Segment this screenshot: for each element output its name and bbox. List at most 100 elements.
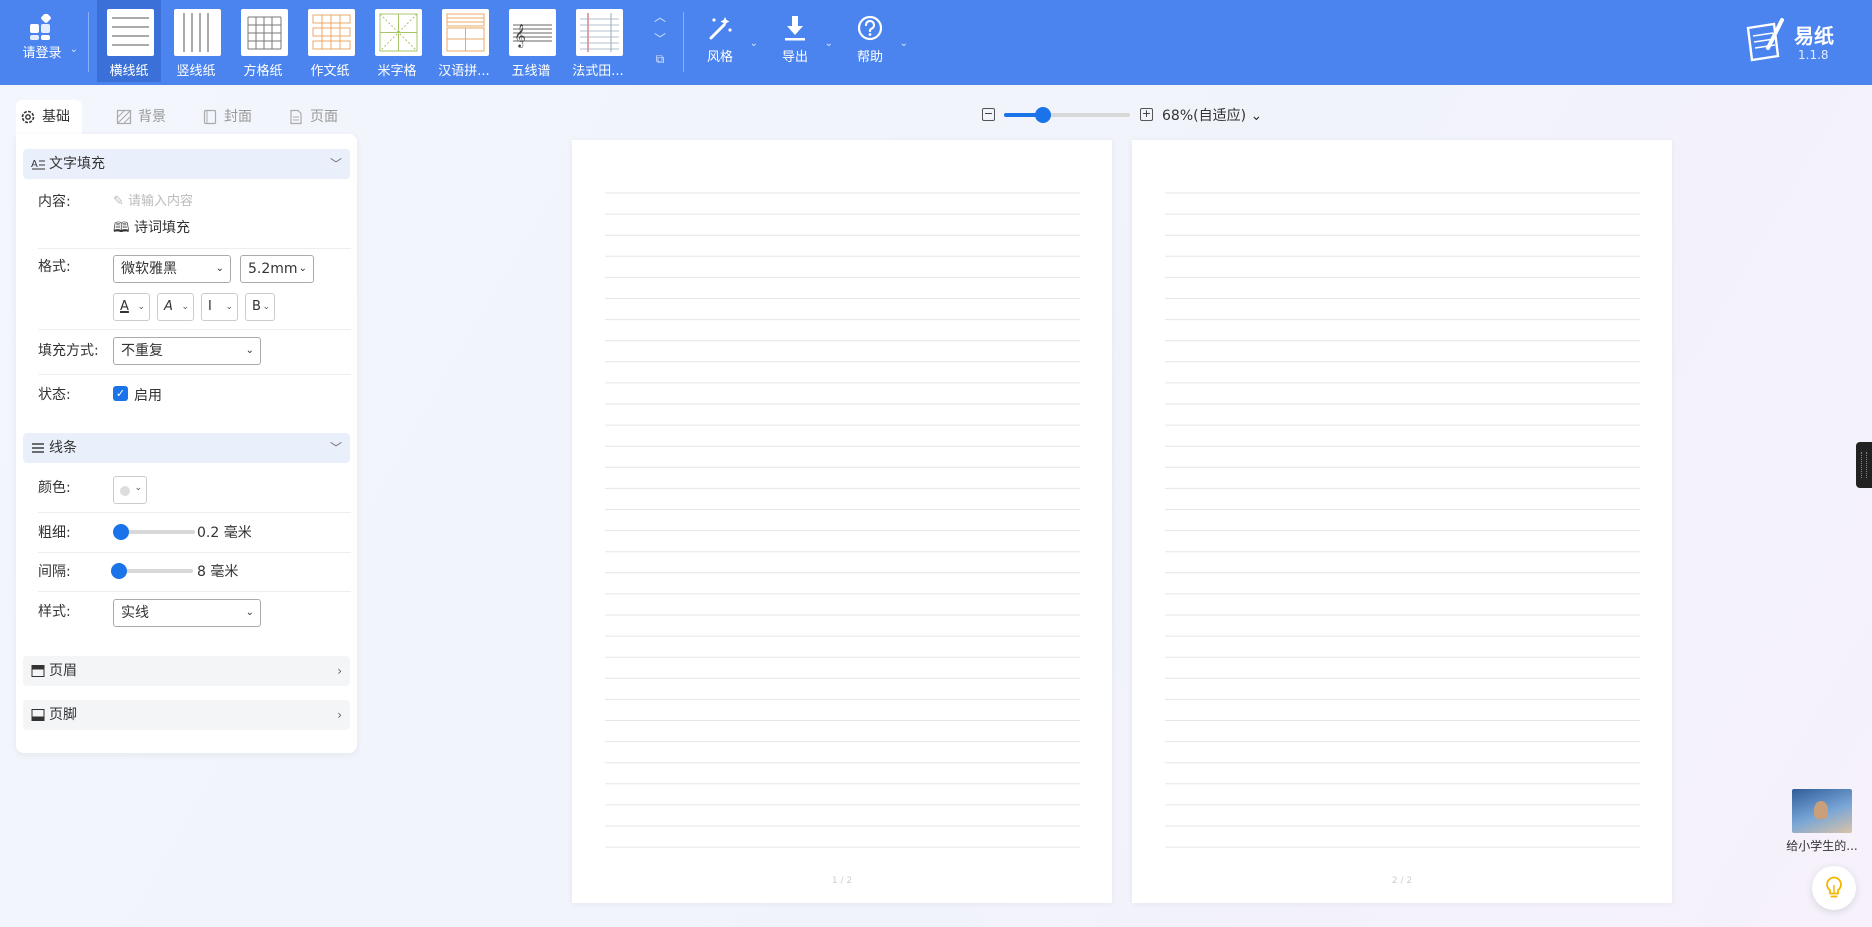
- chevron-down-icon[interactable]: ⌄: [825, 38, 833, 49]
- chevron-down-icon: ⌄: [181, 302, 189, 312]
- svg-text:𝄞: 𝄞: [514, 23, 526, 48]
- paper-type-composition[interactable]: 作文纸: [298, 0, 362, 82]
- paper-type-pinyin[interactable]: 汉语拼...: [432, 0, 496, 82]
- pencil-icon: ✎: [113, 194, 124, 209]
- tool-label: 导出: [781, 50, 808, 65]
- font-size-select[interactable]: 5.2mm ⌄: [240, 255, 314, 283]
- chevron-down-icon[interactable]: ﹀: [330, 433, 342, 463]
- copy-icon[interactable]: ⧉: [650, 52, 670, 74]
- export-button[interactable]: 导出 ⌄: [765, 12, 833, 72]
- mi-grid-icon: [375, 9, 422, 56]
- text-outline-button[interactable]: A ⌄: [157, 293, 194, 321]
- line-color-picker[interactable]: ⌄: [113, 476, 147, 504]
- video-card[interactable]: 给小学生的...: [1784, 789, 1860, 854]
- help-button[interactable]: 帮助 ⌄: [840, 12, 908, 72]
- chevron-down-icon[interactable]: ⌄: [70, 44, 78, 55]
- login-button[interactable]: 请登录 ⌄: [10, 10, 78, 76]
- paper-type-scroller: ︿ ﹀ ⧉: [650, 8, 670, 80]
- content-label: 内容:: [38, 194, 71, 210]
- paper-type-staff[interactable]: 𝄞 五线谱: [499, 0, 563, 82]
- bold-button[interactable]: B ⌄: [245, 293, 275, 321]
- paper-type-label: 五线谱: [511, 64, 551, 79]
- chevron-down-icon: ⌄: [298, 263, 307, 274]
- zoom-slider-thumb[interactable]: [1035, 107, 1052, 123]
- tab-background[interactable]: 背景: [112, 100, 166, 134]
- texture-icon: [116, 109, 132, 125]
- section-header-bar[interactable]: 页眉 ›: [23, 656, 350, 686]
- paper-type-grid[interactable]: 方格纸: [231, 0, 295, 82]
- chevron-down-icon[interactable]: ﹀: [650, 30, 670, 52]
- paper-type-mi-grid[interactable]: 米字格: [365, 0, 429, 82]
- book-icon: [203, 109, 217, 125]
- unit: 毫米: [210, 564, 239, 580]
- paper-type-french[interactable]: 法式田...: [566, 0, 630, 82]
- chevron-down-icon[interactable]: ﹀: [330, 149, 342, 179]
- chevron-up-icon[interactable]: ︿: [650, 8, 670, 30]
- download-icon: [785, 16, 805, 41]
- text-color-icon: A: [120, 299, 129, 314]
- style-button[interactable]: 风格 ⌄: [690, 12, 758, 72]
- zoom-in-button[interactable]: +: [1140, 108, 1153, 121]
- chevron-down-icon: ⌄: [137, 302, 145, 312]
- fill-mode-label: 填充方式:: [38, 343, 99, 359]
- status-text: 启用: [134, 388, 162, 404]
- chevron-down-icon[interactable]: ⌄: [750, 38, 758, 49]
- zoom-control: − + 68%(自适应) ⌄: [980, 104, 1280, 126]
- width-label: 粗细:: [38, 525, 71, 541]
- tab-label: 基础: [42, 109, 70, 125]
- section-footer-bar[interactable]: 页脚 ›: [23, 700, 350, 730]
- section-lines-header[interactable]: 线条 ﹀: [23, 433, 350, 463]
- section-title: 页眉: [49, 663, 77, 679]
- text-color-button[interactable]: A ⌄: [113, 293, 150, 321]
- chevron-down-icon: ⌄: [1250, 108, 1263, 124]
- paper-type-horizontal[interactable]: 横线纸: [97, 0, 161, 82]
- tab-label: 背景: [138, 109, 166, 125]
- toolbar-divider: [683, 12, 684, 72]
- font-select[interactable]: 微软雅黑 ⌄: [113, 255, 231, 283]
- chevron-down-icon[interactable]: ⌄: [900, 38, 908, 49]
- tips-button[interactable]: [1812, 866, 1856, 910]
- divider: [38, 552, 351, 553]
- page-header-icon: [31, 665, 45, 677]
- lightbulb-icon: [1826, 876, 1842, 898]
- ruled-lines: [605, 192, 1080, 848]
- line-spacing-slider[interactable]: [111, 563, 193, 579]
- zoom-level-dropdown[interactable]: 68%(自适应) ⌄: [1162, 105, 1262, 125]
- video-thumbnail: [1792, 789, 1852, 833]
- tab-label: 封面: [224, 109, 252, 125]
- section-text-fill-header[interactable]: A 文字填充 ﹀: [23, 149, 350, 179]
- divider: [38, 512, 351, 513]
- slider-thumb[interactable]: [113, 524, 129, 540]
- tab-page[interactable]: 页面: [284, 100, 338, 134]
- side-drawer-handle[interactable]: [1856, 442, 1872, 488]
- notebook-pen-logo-icon: [1746, 18, 1784, 62]
- chevron-down-icon: ⌄: [245, 607, 254, 618]
- page-number: 1 / 2: [831, 876, 853, 886]
- line-width-slider[interactable]: [113, 524, 195, 540]
- format-label: 格式:: [38, 259, 71, 275]
- page-number: 2 / 2: [1391, 876, 1413, 886]
- spacing-label: 间隔:: [38, 564, 71, 580]
- app-version: 1.1.8: [1798, 48, 1829, 62]
- zoom-out-button[interactable]: −: [982, 108, 995, 121]
- toolbar-divider: [88, 12, 89, 72]
- content-input[interactable]: ✎ 请输入内容: [113, 190, 193, 209]
- paper-type-vertical[interactable]: 竖线纸: [164, 0, 228, 82]
- tab-cover[interactable]: 封面: [198, 100, 252, 134]
- poem-fill-button[interactable]: 🕮 诗词填充: [113, 217, 190, 241]
- menu-lines-icon: [32, 443, 44, 453]
- status-checkbox[interactable]: ✓: [113, 386, 128, 401]
- text-spacing-icon: I: [208, 299, 212, 314]
- chevron-right-icon[interactable]: ›: [337, 656, 342, 686]
- line-style-select[interactable]: 实线 ⌄: [113, 599, 261, 627]
- paper-type-label: 方格纸: [243, 64, 283, 79]
- chevron-right-icon[interactable]: ›: [337, 700, 342, 730]
- fill-mode-select[interactable]: 不重复 ⌄: [113, 337, 261, 365]
- text-spacing-button[interactable]: I ⌄: [201, 293, 238, 321]
- app-name: 易纸: [1794, 24, 1834, 48]
- settings-panel: A 文字填充 ﹀ 内容: ✎ 请输入内容 🕮 诗词填充 格式: 微软雅黑 ⌄ 5…: [16, 134, 357, 753]
- slider-thumb[interactable]: [111, 563, 127, 579]
- brand: 易纸 1.1.8: [1742, 18, 1852, 68]
- poem-fill-label: 诗词填充: [133, 220, 190, 236]
- tab-basic[interactable]: 基础: [16, 100, 82, 134]
